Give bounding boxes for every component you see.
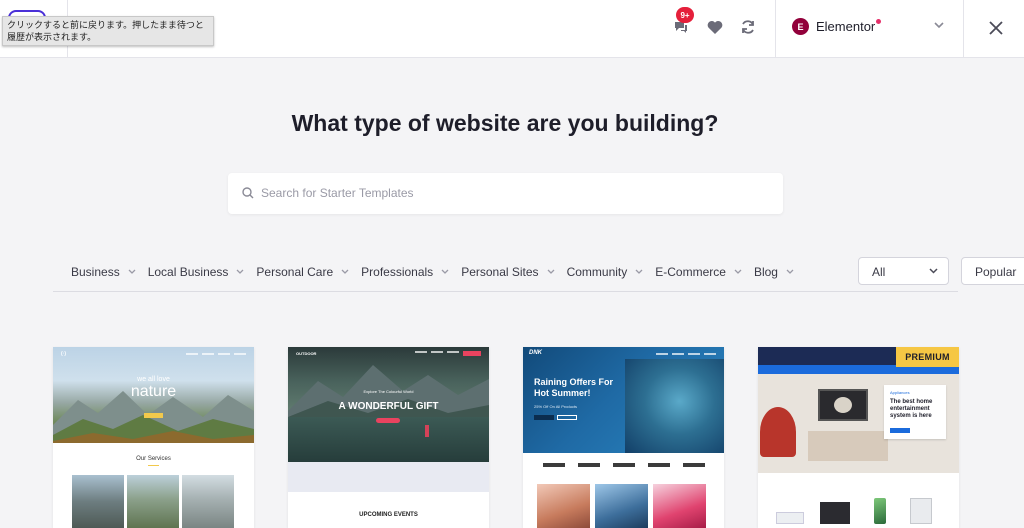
- close-button[interactable]: [984, 16, 1008, 40]
- card-hero-button: [557, 415, 577, 420]
- chevron-down-icon: [441, 269, 449, 274]
- sort-select[interactable]: Popular: [961, 257, 1024, 285]
- product-image: [595, 484, 648, 528]
- category-personal-care[interactable]: Personal Care: [256, 265, 349, 279]
- card-underline: [148, 465, 159, 466]
- card-hero-title: A WONDERFUL GIFT: [338, 401, 439, 412]
- chevron-down-icon: [547, 269, 555, 274]
- product-image: [537, 484, 590, 528]
- product-phone-image: [874, 498, 886, 524]
- chevron-down-icon: [786, 269, 794, 274]
- card-quote-band: [288, 462, 489, 492]
- search-icon: [242, 187, 254, 199]
- category-blog[interactable]: Blog: [754, 265, 794, 279]
- card-hero-button: [376, 418, 400, 423]
- card-hero-button: [534, 415, 554, 420]
- card-mini-nav: [523, 347, 724, 360]
- card-section-title: Our Services: [136, 456, 171, 462]
- card-promo-panel: Appliances The best home entertainment s…: [884, 385, 946, 439]
- category-professionals[interactable]: Professionals: [361, 265, 449, 279]
- type-filter-value: All: [872, 265, 886, 279]
- card-hero-subtitle: 25% Off On All Products: [534, 404, 578, 409]
- type-filter-select[interactable]: All: [858, 257, 949, 285]
- promo-label: Appliances: [890, 390, 910, 395]
- page-builder-selector[interactable]: E Elementor: [776, 0, 964, 58]
- favorites-heart-icon[interactable]: [704, 16, 726, 38]
- template-card-dnk-store[interactable]: DNK Raining Offers For Hot Summer! 25% O…: [523, 347, 724, 528]
- category-filter-bar: Business Local Business Personal Care Pr…: [71, 263, 806, 281]
- chevron-down-icon: [934, 22, 944, 29]
- card-mini-nav: [288, 347, 489, 360]
- top-bar: 9+ E Elementor クリックすると前に戻ります。押したまま待つと履歴が…: [0, 0, 1024, 58]
- search-input[interactable]: [261, 183, 761, 203]
- sync-refresh-icon[interactable]: [737, 16, 759, 38]
- template-card-nature[interactable]: (·) we all love nature Our Services: [53, 347, 254, 528]
- tv-illustration: [818, 389, 868, 421]
- chevron-down-icon: [236, 269, 244, 274]
- builder-status-dot: [876, 19, 881, 24]
- chevron-down-icon: [734, 269, 742, 274]
- header-divider: [963, 0, 964, 58]
- chevron-down-icon: [635, 269, 643, 274]
- promo-title: The best home entertainment system is he…: [890, 399, 933, 419]
- category-local-business[interactable]: Local Business: [148, 265, 245, 279]
- builder-name: Elementor: [816, 19, 876, 34]
- page-title: What type of website are you building?: [291, 110, 719, 136]
- brand-logo: [613, 463, 635, 467]
- card-hero-subtitle: we all love: [137, 376, 170, 383]
- chevron-down-icon: [341, 269, 349, 274]
- brand-logo: [648, 463, 670, 467]
- cabinet-illustration: [808, 431, 888, 461]
- category-e-commerce[interactable]: E-Commerce: [655, 265, 742, 279]
- back-button-tooltip: クリックすると前に戻ります。押したまま待つと履歴が表示されます。: [2, 16, 214, 46]
- chevron-down-icon: [128, 269, 136, 274]
- card-category-strip: [758, 473, 959, 487]
- premium-badge: PREMIUM: [896, 347, 959, 367]
- product-ac-image: [776, 512, 804, 524]
- card-thumbnail: [182, 475, 234, 528]
- card-hero-title: nature: [130, 383, 177, 400]
- card-hero-kicker: Explore The Colourful World: [363, 389, 414, 394]
- template-card-electronics[interactable]: Appliances The best home entertainment s…: [758, 347, 959, 528]
- card-thumbnail: [127, 475, 179, 528]
- brand-logo: [683, 463, 705, 467]
- brand-logo: [543, 463, 565, 467]
- brand-logo: [578, 463, 600, 467]
- card-wall-art: [760, 407, 796, 457]
- template-card-outdoor[interactable]: OUTDOOR Explore The Colourful World A WO…: [288, 347, 489, 528]
- card-hero-title: Raining Offers For Hot Summer!: [534, 377, 614, 398]
- category-business[interactable]: Business: [71, 265, 136, 279]
- promo-button: [890, 428, 910, 433]
- card-hero-model: [625, 359, 724, 453]
- chevron-down-icon: [929, 268, 938, 274]
- card-lake: [288, 417, 489, 462]
- notification-badge: 9+: [676, 7, 694, 23]
- card-person-figure: [425, 425, 429, 437]
- elementor-logo-icon: E: [792, 18, 809, 35]
- sort-value: Popular: [975, 265, 1017, 279]
- close-icon: [989, 21, 1003, 35]
- card-mini-nav: (·): [53, 347, 254, 360]
- card-thumbnail: [72, 475, 124, 528]
- card-hero-button: [144, 413, 163, 418]
- template-search[interactable]: [228, 173, 783, 214]
- category-divider: [53, 291, 958, 292]
- product-washer-image: [910, 498, 932, 524]
- category-community[interactable]: Community: [567, 265, 644, 279]
- product-monitor-image: [820, 502, 850, 524]
- category-personal-sites[interactable]: Personal Sites: [461, 265, 555, 279]
- product-image: [653, 484, 706, 528]
- card-section-title: UPCOMING EVENTS: [359, 512, 418, 518]
